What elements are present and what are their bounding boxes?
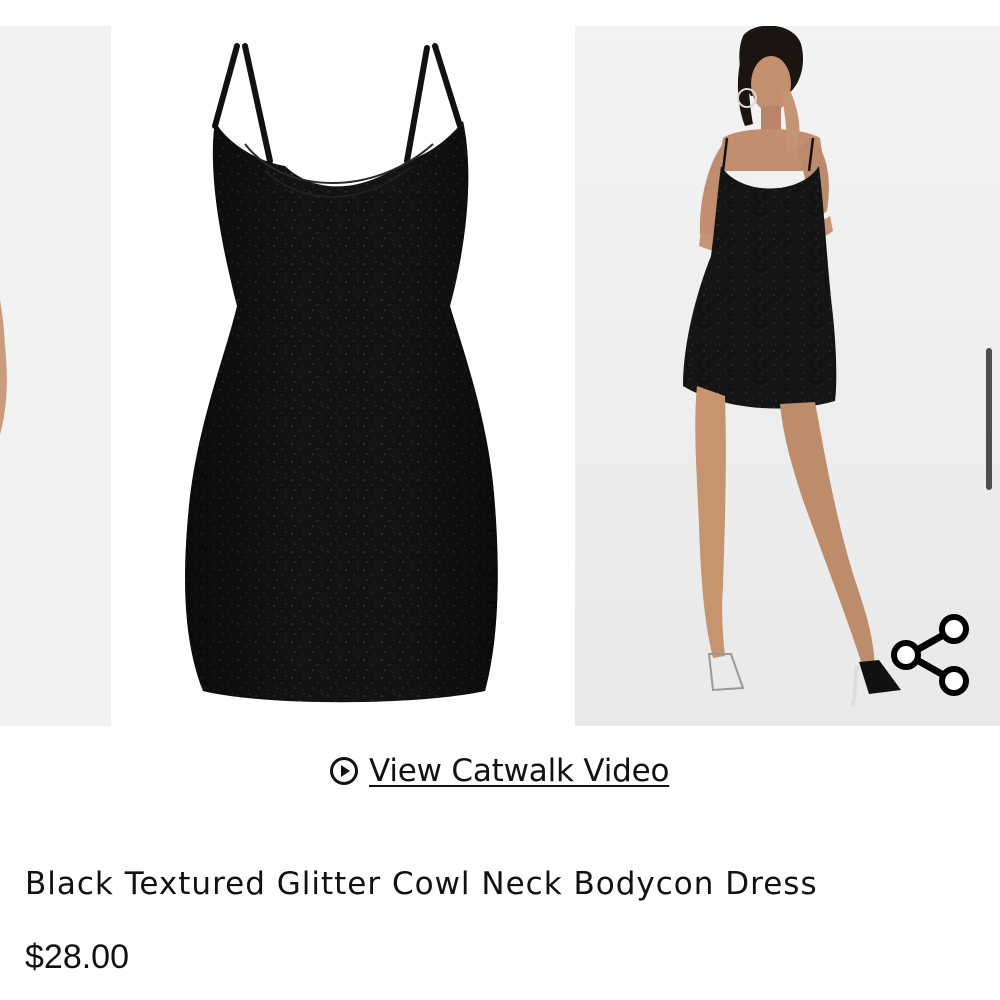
- product-image-carousel[interactable]: [0, 26, 1000, 726]
- product-price: $28.00: [25, 938, 129, 976]
- model-side-view-photo[interactable]: [0, 26, 111, 726]
- view-catwalk-video-label[interactable]: View Catwalk Video: [369, 753, 669, 789]
- product-title: Black Textured Glitter Cowl Neck Bodycon…: [25, 866, 818, 902]
- product-page: View Catwalk Video Black Textured Glitte…: [0, 0, 1000, 1000]
- view-catwalk-video-link[interactable]: View Catwalk Video: [329, 751, 669, 791]
- share-button[interactable]: [885, 610, 975, 700]
- scrollbar-thumb[interactable]: [986, 348, 992, 490]
- play-circle-icon: [329, 756, 359, 786]
- dress-product-photo[interactable]: [145, 26, 555, 726]
- top-bar-edge: [0, 0, 1000, 26]
- share-icon: [891, 614, 969, 696]
